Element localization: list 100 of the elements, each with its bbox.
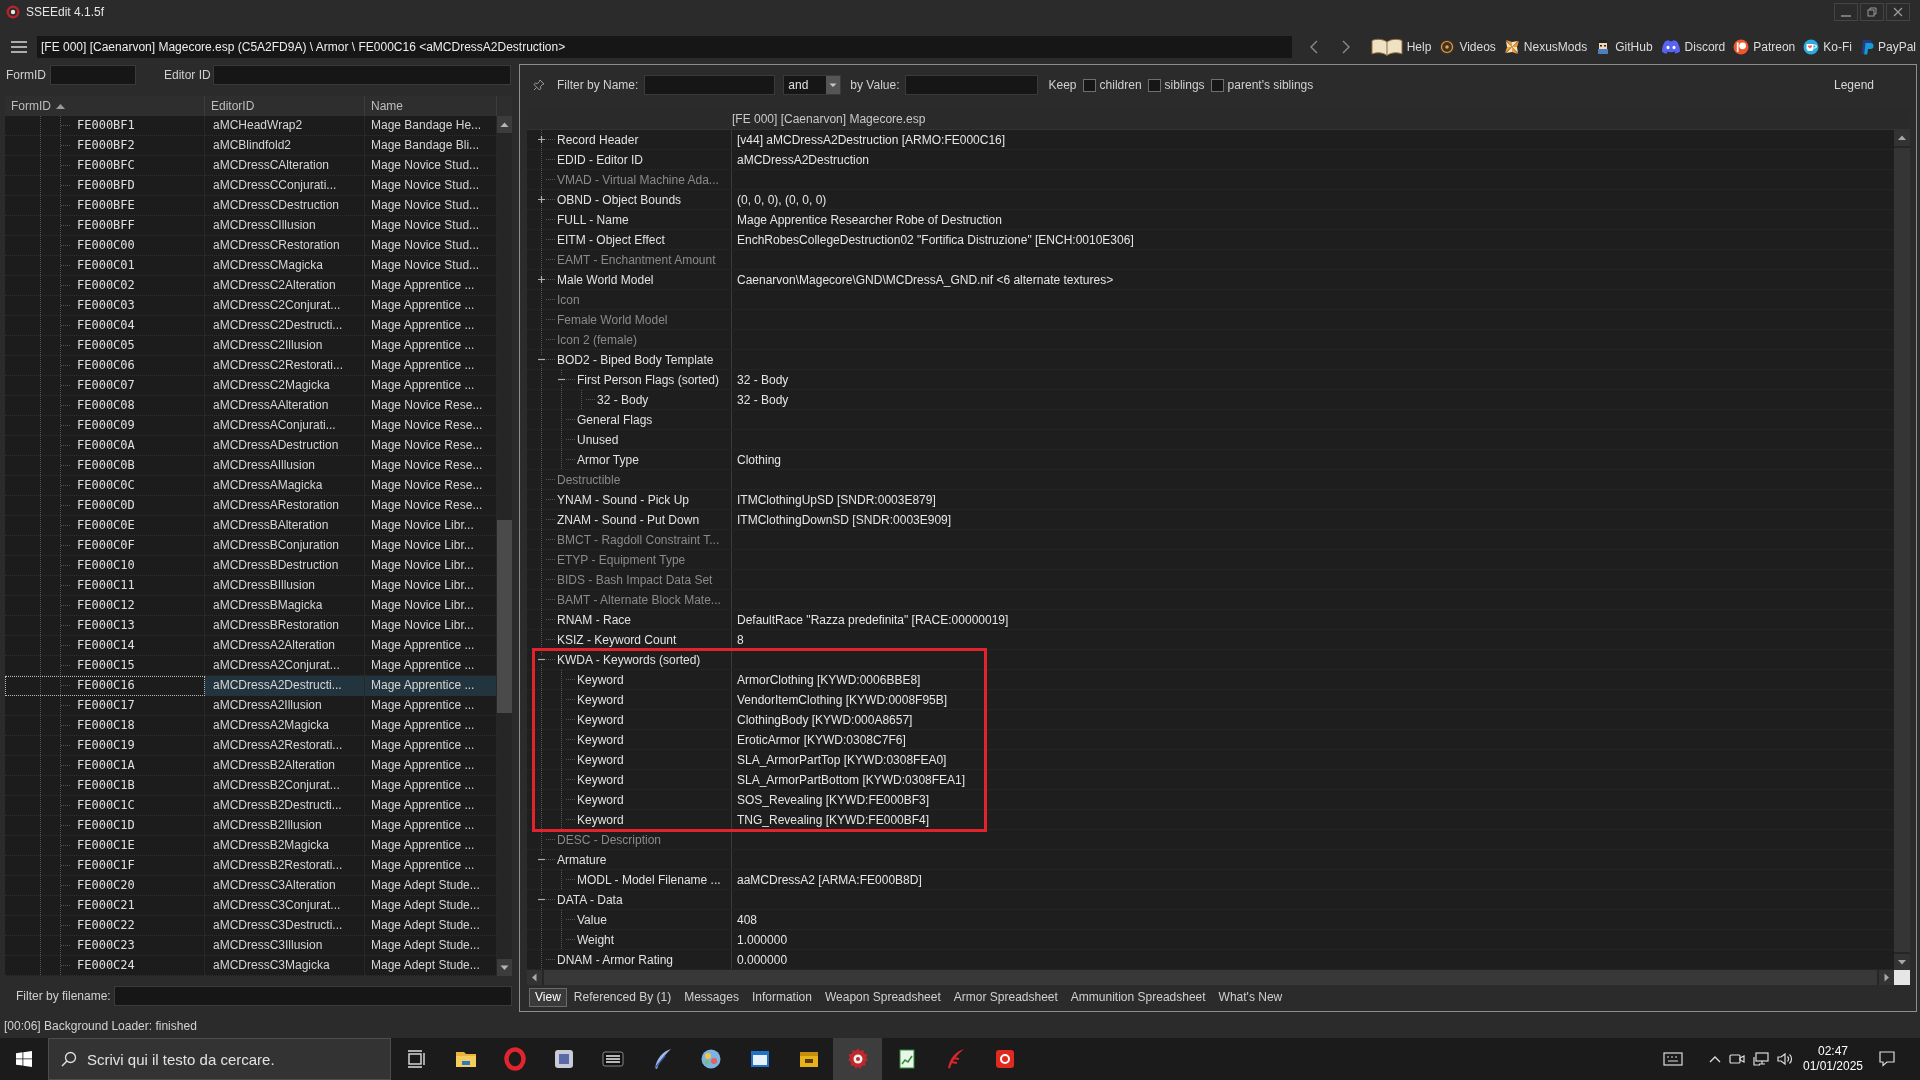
camera-icon[interactable] (1729, 1052, 1745, 1066)
operator-dropdown[interactable]: and (783, 75, 842, 95)
clock-time[interactable]: 02:47 (1818, 1044, 1848, 1059)
toolbar-link[interactable]: Ko-Fi (1803, 39, 1852, 55)
scrollbar-thumb[interactable] (497, 520, 512, 713)
list-row[interactable]: FE000C05 aMCDressC2Illusion Mage Apprentice ... (5, 336, 497, 356)
restore-button[interactable] (1860, 3, 1884, 21)
vertical-scrollbar[interactable] (497, 116, 512, 976)
checkbox-label[interactable]: parent's siblings (1227, 78, 1314, 92)
list-row[interactable]: FE000C07 aMCDressC2Magicka Mage Apprentice ... (5, 376, 497, 396)
list-row[interactable]: FE000C0C aMCDressAMagicka Mage Novice Rese... (5, 476, 497, 496)
checkbox[interactable] (1082, 78, 1096, 92)
scroll-right-icon[interactable] (1879, 970, 1894, 985)
list-row[interactable]: FE000C09 aMCDressAConjurati... Mage Novice Rese... (5, 416, 497, 436)
list-row[interactable]: FE000BFC aMCDressCAlteration Mage Novice Stud... (5, 156, 497, 176)
checkbox-label[interactable]: children (1099, 78, 1142, 92)
scroll-up-icon[interactable] (1894, 130, 1910, 146)
plus-icon[interactable] (537, 135, 546, 144)
tab[interactable]: View (529, 987, 567, 1007)
list-row[interactable]: FE000C20 aMCDressC3Alteration Mage Adept Stude... (5, 876, 497, 896)
minus-icon[interactable] (537, 655, 546, 664)
filename-filter-field[interactable] (114, 986, 512, 1006)
filter-field[interactable] (213, 65, 511, 85)
list-row[interactable]: FE000C16 aMCDressA2Destructi... Mage Apprentice ... (5, 676, 497, 696)
toolbar-link[interactable]: NexusMods (1503, 39, 1588, 55)
list-row[interactable]: FE000C1E aMCDressB2Magicka Mage Apprentice ... (5, 836, 497, 856)
plus-icon[interactable] (537, 195, 546, 204)
tab[interactable]: Messages (678, 987, 745, 1007)
list-row[interactable]: FE000C1A aMCDressB2Alteration Mage Apprentice ... (5, 756, 497, 776)
tab[interactable]: What's New (1212, 987, 1289, 1007)
minimize-button[interactable] (1834, 3, 1858, 21)
speaker-icon[interactable] (1777, 1052, 1793, 1066)
list-row[interactable]: FE000BF2 aMCBlindfold2 Mage Bandage Bli... (5, 136, 497, 156)
list-row[interactable]: FE000C01 aMCDressCMagicka Mage Novice Stud... (5, 256, 497, 276)
list-row[interactable]: FE000C22 aMCDressC3Destructi... Mage Adept Stude... (5, 916, 497, 936)
toolbar-link[interactable]: Help (1370, 38, 1432, 56)
tab[interactable]: Armor Spreadsheet (947, 987, 1064, 1007)
legend-button[interactable]: Legend (1833, 78, 1874, 92)
list-row[interactable]: FE000C03 aMCDressC2Conjurat... Mage Apprentice ... (5, 296, 497, 316)
chevron-right-icon[interactable] (1341, 40, 1351, 54)
scroll-up-icon[interactable] (497, 116, 512, 133)
scroll-down-icon[interactable] (1894, 954, 1910, 970)
list-row[interactable]: FE000C18 aMCDressA2Magicka Mage Apprentice ... (5, 716, 497, 736)
scroll-down-icon[interactable] (497, 959, 512, 976)
list-row[interactable]: FE000C12 aMCDressBMagicka Mage Novice Libr... (5, 596, 497, 616)
list-row[interactable]: FE000C14 aMCDressA2Alteration Mage Apprentice ... (5, 636, 497, 656)
list-row[interactable]: FE000C04 aMCDressC2Destructi... Mage Apprentice ... (5, 316, 497, 336)
checkbox[interactable] (1147, 78, 1161, 92)
list-row[interactable]: FE000C06 aMCDressC2Restorati... Mage Apprentice ... (5, 356, 497, 376)
list-row[interactable]: FE000BF1 aMCHeadWrap2 Mage Bandage He... (5, 116, 497, 136)
toolbar-link[interactable]: GitHub (1595, 39, 1653, 55)
list-row[interactable]: FE000C24 aMCDressC3Magicka Mage Adept Stude... (5, 956, 497, 976)
pin-icon[interactable] (533, 79, 545, 91)
list-row[interactable]: FE000C17 aMCDressA2Illusion Mage Apprentice ... (5, 696, 497, 716)
list-row[interactable]: FE000C13 aMCDressBRestoration Mage Novice Libr... (5, 616, 497, 636)
checkbox-label[interactable]: siblings (1164, 78, 1205, 92)
record-path-field[interactable]: [FE 000] [Caenarvon] Magecore.esp (C5A2FD9A) \ Armor \ FE000C16 <aMCDressA2Destruction> (37, 36, 1292, 58)
list-row[interactable]: FE000C21 aMCDressC3Conjurat... Mage Adept Stude... (5, 896, 497, 916)
list-row[interactable]: FE000C0B aMCDressAIllusion Mage Novice Rese... (5, 456, 497, 476)
list-row[interactable]: FE000BFD aMCDressCConjurati... Mage Novice Stud... (5, 176, 497, 196)
value-filter-field[interactable] (904, 75, 1038, 95)
chevron-up-icon[interactable] (1709, 1055, 1721, 1063)
list-row[interactable]: FE000C00 aMCDressCRestoration Mage Novice Stud... (5, 236, 497, 256)
list-row[interactable]: FE000C23 aMCDressC3Illusion Mage Adept Stude... (5, 936, 497, 956)
column-header[interactable]: FormID (5, 96, 205, 116)
tab[interactable]: Information (745, 987, 818, 1007)
list-row[interactable]: FE000BFF aMCDressCIllusion Mage Novice Stud... (5, 216, 497, 236)
toolbar-link[interactable]: Discord (1660, 39, 1726, 55)
scroll-left-icon[interactable] (527, 970, 542, 985)
column-header[interactable]: EditorID (205, 96, 365, 116)
network-icon[interactable] (1753, 1052, 1769, 1066)
column-header[interactable]: Name (365, 96, 497, 116)
plus-icon[interactable] (537, 275, 546, 284)
toolbar-link[interactable]: Videos (1439, 39, 1496, 55)
search-field[interactable]: Scrivi qui il testo da cercare. (48, 1038, 391, 1080)
tab[interactable]: Weapon Spreadsheet (818, 987, 947, 1007)
list-row[interactable]: FE000C0A aMCDressADestruction Mage Novice Rese... (5, 436, 497, 456)
toolbar-link[interactable]: PayPal (1859, 39, 1916, 55)
list-row[interactable]: FE000C02 aMCDressC2Alteration Mage Apprentice ... (5, 276, 497, 296)
close-button[interactable] (1886, 3, 1910, 21)
list-row[interactable]: FE000C1B aMCDressB2Conjurat... Mage Apprentice ... (5, 776, 497, 796)
tab[interactable]: Referenced By (1) (567, 987, 678, 1007)
name-filter-field[interactable] (644, 75, 776, 95)
list-row[interactable]: FE000C10 aMCDressBDestruction Mage Novice Libr... (5, 556, 497, 576)
chevron-left-icon[interactable] (1308, 40, 1318, 54)
list-row[interactable]: FE000BFE aMCDressCDestruction Mage Novice Stud... (5, 196, 497, 216)
list-row[interactable]: FE000C19 aMCDressA2Restorati... Mage Apprentice ... (5, 736, 497, 756)
tab[interactable]: Ammunition Spreadsheet (1064, 987, 1212, 1007)
toolbar-link[interactable]: Patreon (1733, 39, 1796, 55)
list-row[interactable]: FE000C1C aMCDressB2Destructi... Mage Apprentice ... (5, 796, 497, 816)
clock-date[interactable]: 01/01/2025 (1802, 1059, 1864, 1074)
list-row[interactable]: FE000C0F aMCDressBConjuration Mage Novice Libr... (5, 536, 497, 556)
list-row[interactable]: FE000C0D aMCDressARestoration Mage Novice Rese... (5, 496, 497, 516)
list-row[interactable]: FE000C08 aMCDressAAlteration Mage Novice Rese... (5, 396, 497, 416)
filter-field[interactable] (50, 65, 136, 85)
list-row[interactable]: FE000C1F aMCDressB2Restorati... Mage Apprentice ... (5, 856, 497, 876)
keyboard-icon[interactable] (1663, 1052, 1683, 1066)
list-row[interactable]: FE000C0E aMCDressBAlteration Mage Novice Libr... (5, 516, 497, 536)
checkbox[interactable] (1210, 78, 1224, 92)
list-row[interactable]: FE000C1D aMCDressB2Illusion Mage Apprentice ... (5, 816, 497, 836)
